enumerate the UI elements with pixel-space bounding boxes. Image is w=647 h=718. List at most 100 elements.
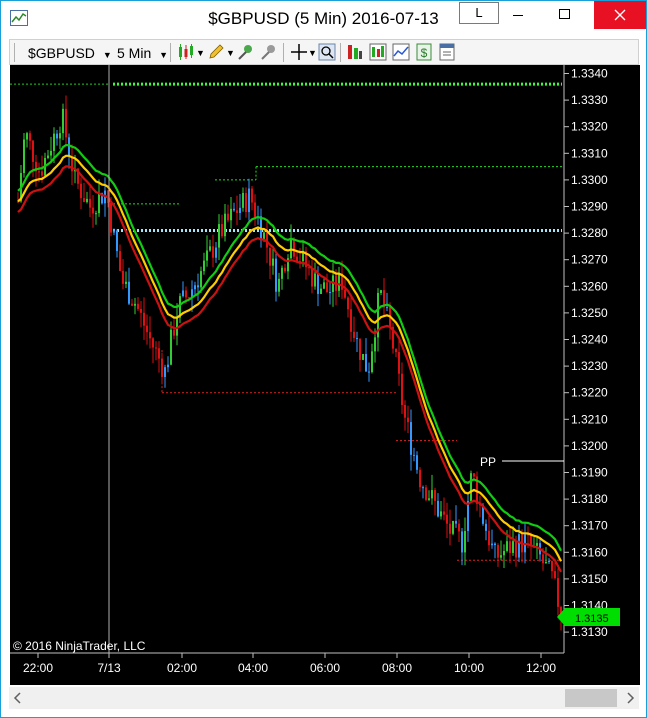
horizontal-scrollbar[interactable] <box>9 687 639 709</box>
price-tick-label: 1.3190 <box>571 466 608 480</box>
chart-trader-icon[interactable] <box>346 43 364 61</box>
price-tick-label: 1.3180 <box>571 492 608 506</box>
chart-canvas[interactable]: 1.3340 1.3330 1.3320 1.3310 1.3300 1.3290 1.32… <box>10 65 640 685</box>
candle-body <box>113 230 115 233</box>
candle-body <box>62 108 64 134</box>
candle-body <box>431 490 433 499</box>
candle-body <box>116 230 118 252</box>
price-tick-label: 1.3200 <box>571 439 608 453</box>
candle-body <box>53 133 55 151</box>
data-box-icon[interactable] <box>369 43 387 61</box>
candle-body <box>173 329 175 336</box>
candle-body <box>128 281 130 304</box>
tooltip-L: L <box>459 2 499 24</box>
candle-body <box>251 188 253 203</box>
candle-body <box>269 247 271 266</box>
scroll-right-icon[interactable] <box>623 690 637 706</box>
candle-body <box>446 514 448 524</box>
candle-body <box>545 562 547 564</box>
candle-body <box>413 454 415 456</box>
toolbar-grip <box>14 43 15 62</box>
candle-body <box>419 469 421 488</box>
interval-selector[interactable]: 5 Min ▼ <box>117 43 168 63</box>
indicator-link-icon[interactable] <box>260 43 278 61</box>
candle-body <box>233 208 235 211</box>
properties-icon[interactable] <box>438 43 456 61</box>
scroll-left-icon[interactable] <box>11 690 25 706</box>
candle-body <box>425 487 427 500</box>
scrollbar-thumb[interactable] <box>565 689 617 707</box>
price-tick-label: 1.3300 <box>571 173 608 187</box>
last-price-value: 1.3135 <box>575 613 609 625</box>
candle-body <box>326 282 328 293</box>
price-tick-label: 1.3220 <box>571 386 608 400</box>
candle-body <box>152 338 154 348</box>
candle-body <box>56 133 58 139</box>
candle-body <box>212 246 214 258</box>
indicators-icon[interactable] <box>392 43 410 61</box>
price-chart[interactable]: 1.3340 1.3330 1.3320 1.3310 1.3300 1.3290 1.32… <box>10 65 640 685</box>
copyright-text: © 2016 NinjaTrader, LLC <box>13 639 146 653</box>
crosshair-icon[interactable] <box>290 43 308 61</box>
candle-body <box>368 371 370 373</box>
candle-body <box>323 282 325 289</box>
candle-body <box>221 224 223 237</box>
drawing-pencil-icon[interactable] <box>207 43 225 61</box>
maximize-icon[interactable] <box>547 1 581 29</box>
candle-body <box>218 224 220 248</box>
candle-body <box>89 198 91 208</box>
candle-body <box>83 198 85 203</box>
candle-body <box>98 193 100 214</box>
chevron-down-icon[interactable]: ▼ <box>226 43 235 63</box>
candle-body <box>293 239 295 257</box>
candle-body <box>350 309 352 332</box>
candle-body <box>230 208 232 221</box>
candle-body <box>248 188 250 213</box>
chevron-down-icon[interactable]: ▼ <box>308 43 317 63</box>
close-icon[interactable] <box>594 1 646 29</box>
candle-body <box>275 258 277 292</box>
candle-body <box>41 171 43 176</box>
candle-body <box>38 171 40 173</box>
candle-body <box>215 247 217 258</box>
time-tick-label: 22:00 <box>23 661 53 675</box>
title-bar[interactable]: $GBPUSD (5 Min) 2016-07-13 L <box>1 1 646 37</box>
price-tick-label: 1.3210 <box>571 412 608 426</box>
candle-body <box>506 541 508 551</box>
time-tick-label: 12:00 <box>526 661 556 675</box>
candle-body <box>50 150 52 156</box>
candle-body <box>449 523 451 534</box>
instrument-label: $GBPUSD <box>28 45 95 61</box>
candle-body <box>119 251 121 271</box>
candle-body <box>509 541 511 553</box>
candle-body <box>371 351 373 373</box>
candle-body <box>167 364 169 368</box>
strategies-icon[interactable]: $ <box>415 43 433 61</box>
candle-body <box>557 578 559 607</box>
candle-body <box>374 337 376 352</box>
attach-strategy-icon[interactable] <box>237 43 255 61</box>
candle-body <box>80 183 82 199</box>
instrument-selector[interactable]: $GBPUSD ▼ <box>28 43 112 63</box>
candle-body <box>485 523 487 531</box>
price-tick-label: 1.3310 <box>571 146 608 160</box>
toolbar-separator <box>340 43 341 62</box>
candle-body <box>149 332 151 339</box>
candle-body <box>455 520 457 524</box>
candle-body <box>314 273 316 287</box>
zoom-icon[interactable] <box>318 43 336 61</box>
price-tick-label: 1.3320 <box>571 120 608 134</box>
candle-body <box>422 487 424 489</box>
minimize-icon[interactable] <box>501 1 535 29</box>
candle-body <box>29 133 31 141</box>
candle-body <box>32 140 34 162</box>
candle-body <box>254 202 256 217</box>
candlestick-style-icon[interactable] <box>177 43 195 61</box>
candle-body <box>26 133 28 140</box>
candle-body <box>458 523 460 532</box>
toolbar-separator <box>283 43 284 62</box>
candle-body <box>512 541 514 553</box>
candle-body <box>380 290 382 293</box>
candle-body <box>500 555 502 558</box>
chevron-down-icon[interactable]: ▼ <box>196 43 205 63</box>
